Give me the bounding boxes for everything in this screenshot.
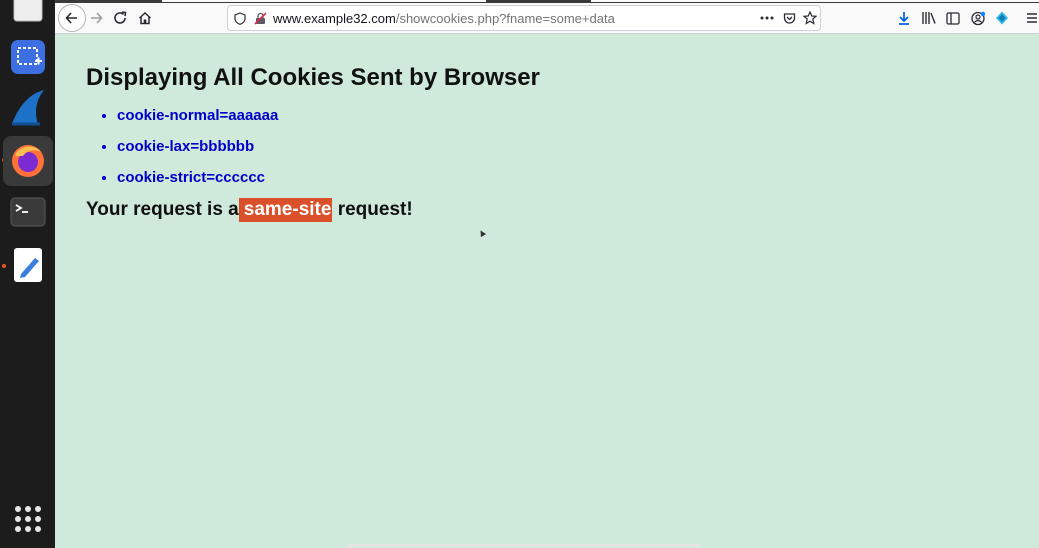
sidebar-icon (946, 11, 960, 25)
cookie-item: cookie-strict=cccccc (117, 166, 278, 197)
request-suffix: request! (337, 199, 413, 220)
extension-button[interactable] (990, 6, 1014, 30)
editor-running-indicator (2, 264, 6, 268)
request-type-badge: same-site (238, 198, 333, 222)
app-menu-button[interactable] (1020, 6, 1039, 30)
url-bar[interactable]: www.example32.com/showcookies.php?fname=… (227, 5, 821, 31)
ubuntu-dock (0, 0, 55, 548)
back-button[interactable] (58, 4, 86, 32)
url-text[interactable]: www.example32.com/showcookies.php?fname=… (273, 11, 615, 26)
tab-active[interactable] (591, 0, 1039, 2)
page-actions-menu-icon[interactable] (758, 9, 776, 27)
account-icon (970, 11, 985, 25)
cookie-item: cookie-normal=aaaaaa (117, 104, 278, 135)
pocket-icon[interactable] (780, 9, 798, 27)
forward-button[interactable] (84, 6, 108, 30)
cookie-list: cookie-normal=aaaaaa cookie-lax=bbbbbb c… (86, 104, 278, 197)
tab-inactive[interactable] (162, 0, 486, 2)
screenshot-launcher[interactable] (8, 37, 48, 77)
cookie-item: cookie-lax=bbbbbb (117, 135, 278, 166)
horizontal-scrollbar[interactable] (347, 544, 700, 547)
extension-icon (996, 11, 1008, 25)
terminal-launcher[interactable] (8, 192, 48, 232)
home-icon (138, 11, 152, 25)
tracking-shield-icon[interactable] (231, 9, 249, 27)
page-title: Displaying All Cookies Sent by Browser (86, 64, 540, 91)
bookmark-star-icon[interactable] (801, 9, 819, 27)
library-icon (922, 12, 936, 24)
insecure-lock-icon[interactable] (251, 9, 269, 27)
text-editor-launcher[interactable] (8, 245, 48, 285)
screenshot-icon (11, 40, 45, 74)
firefox-icon (12, 145, 44, 177)
firefox-window: www.example32.com/showcookies.php?fname=… (55, 0, 1039, 548)
back-arrow-icon (65, 12, 77, 24)
terminal-icon (10, 197, 46, 227)
reload-icon (114, 11, 127, 24)
show-applications-icon[interactable] (15, 506, 41, 532)
library-button[interactable] (917, 6, 941, 30)
request-prefix: Your request is a (86, 199, 239, 220)
downloads-button[interactable] (892, 6, 916, 30)
nav-toolbar: www.example32.com/showcookies.php?fname=… (55, 3, 1039, 34)
files-icon (13, 0, 43, 22)
files-launcher[interactable] (8, 0, 48, 26)
hamburger-menu-icon (1027, 13, 1037, 23)
request-type-line: Your request is a same-site request! (86, 198, 413, 222)
url-host: www.example32.com (273, 11, 396, 26)
sidebar-button[interactable] (941, 6, 965, 30)
account-button[interactable] (966, 6, 990, 30)
reload-button[interactable] (108, 6, 132, 30)
url-path: /showcookies.php?fname=some+data (395, 11, 615, 26)
wireshark-launcher[interactable] (8, 88, 48, 128)
firefox-launcher[interactable] (3, 136, 53, 186)
text-editor-icon (14, 248, 42, 282)
wireshark-fin-icon (12, 90, 44, 126)
home-button[interactable] (133, 6, 157, 30)
forward-arrow-icon (91, 12, 103, 24)
page-content: Displaying All Cookies Sent by Browser c… (55, 34, 1039, 548)
mouse-cursor (477, 228, 487, 238)
download-arrow-icon (899, 12, 909, 25)
